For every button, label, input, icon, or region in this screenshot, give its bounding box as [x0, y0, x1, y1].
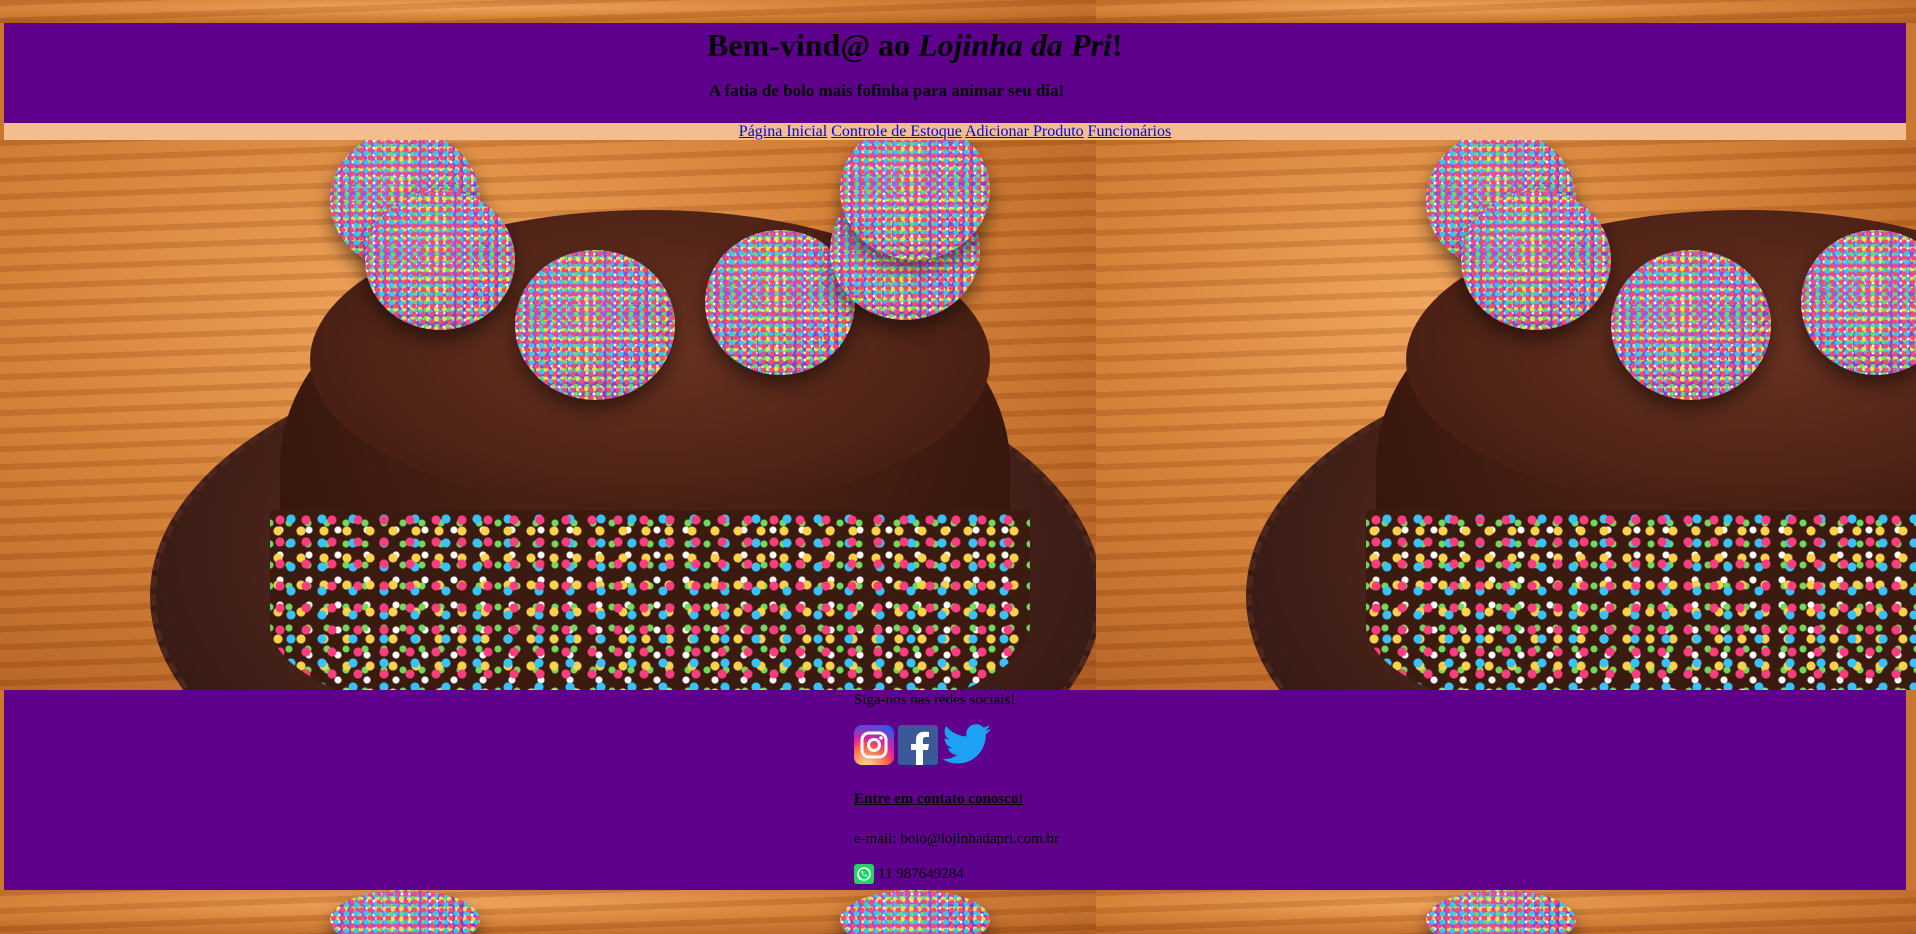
phone-number: 11 987649284: [878, 865, 964, 882]
email-text: e-mail: bolo@lojinhadapri.com.br: [854, 831, 1060, 847]
nav-link-employees[interactable]: Funcionários: [1088, 123, 1172, 140]
cake-image-tile: [1096, 0, 1916, 23]
welcome-suffix: !: [1111, 27, 1123, 63]
page-title: Bem-vind@ ao Lojinha da Pri!: [707, 23, 1123, 65]
store-name: Lojinha da Pri: [918, 27, 1112, 63]
cake-image-tile: [1096, 140, 1916, 690]
welcome-prefix: Bem-vind@ ao: [707, 27, 919, 63]
nav-link-home[interactable]: Página Inicial: [739, 123, 827, 140]
nav-link-stock-control[interactable]: Controle de Estoque: [831, 123, 962, 140]
site-header: Bem-vind@ ao Lojinha da Pri! A fatia de …: [4, 23, 1906, 123]
facebook-icon[interactable]: [898, 725, 938, 765]
main-nav: Página Inicial Controle de Estoque Adici…: [4, 123, 1906, 140]
phone-line: 11 987649284: [854, 864, 964, 884]
contact-heading: Entre em contato conosco!: [854, 791, 1024, 807]
cake-image-tile: [1096, 890, 1916, 934]
cake-image-tile: [0, 890, 1096, 934]
twitter-icon[interactable]: [942, 724, 992, 765]
site-footer: Siga-nos nas redes sociais! Entre em con…: [4, 690, 1906, 890]
whatsapp-icon: [854, 864, 874, 884]
nav-link-add-product[interactable]: Adicionar Produto: [965, 123, 1084, 140]
cake-image-tile: [0, 140, 1096, 690]
header-content: Bem-vind@ ao Lojinha da Pri! A fatia de …: [707, 23, 1123, 100]
social-links: [854, 724, 992, 765]
follow-us-text: Siga-nos nas redes sociais!: [854, 692, 1016, 708]
cake-image-tile: [0, 0, 1096, 23]
tagline: A fatia de bolo mais fofinha para animar…: [709, 81, 1065, 100]
instagram-icon[interactable]: [854, 725, 894, 765]
